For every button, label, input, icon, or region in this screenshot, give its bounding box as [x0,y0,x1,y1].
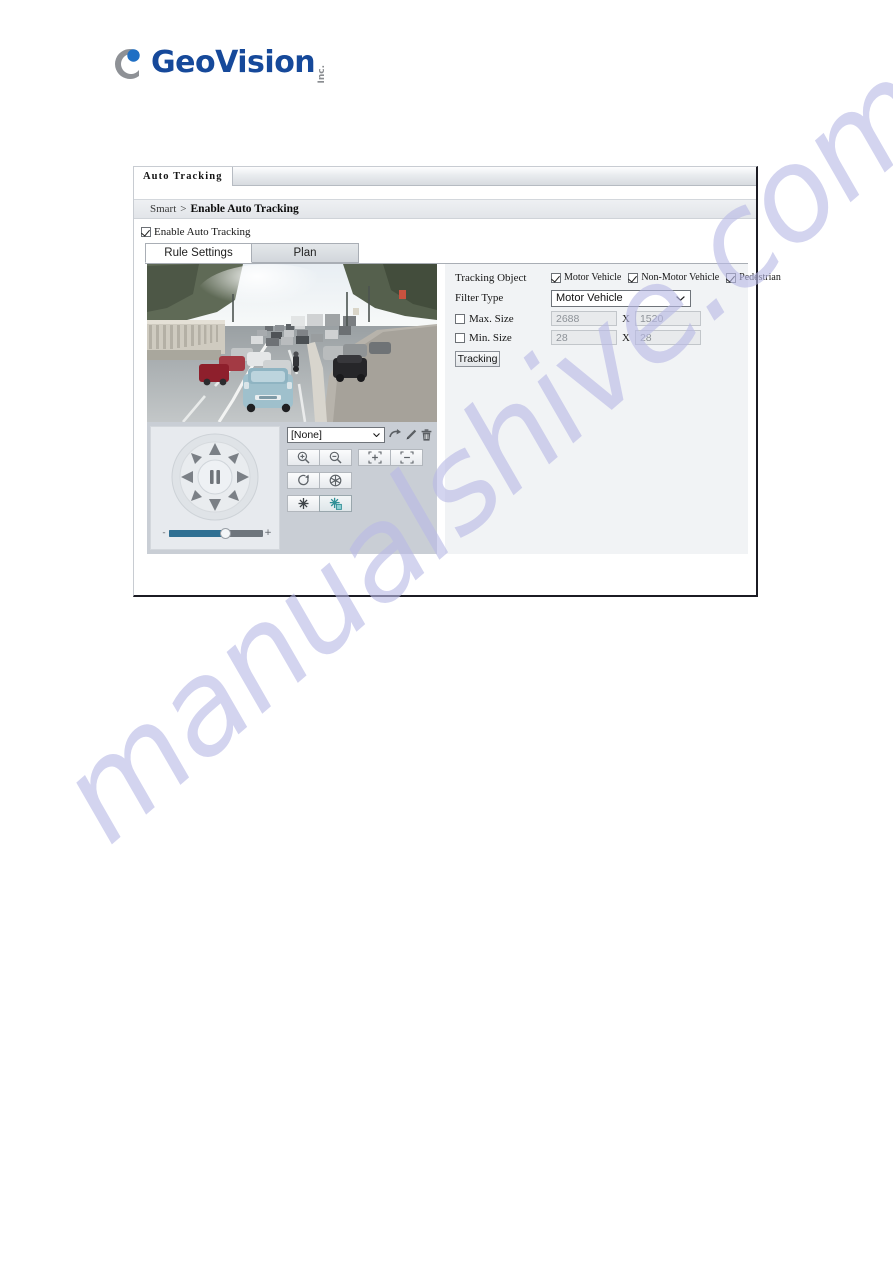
wiper-button[interactable] [319,495,352,512]
zoom-in-button[interactable] [287,449,320,466]
filter-type-select[interactable]: Motor Vehicle [551,289,691,307]
tracking-object-non-motor-vehicle[interactable]: Non-Motor Vehicle [628,272,719,283]
light-icon [298,498,309,509]
motor-vehicle-checkbox[interactable] [551,272,561,283]
rule-settings-form: Tracking Object Motor Vehicle Non-Motor … [445,264,781,554]
tab-auto-tracking[interactable]: Auto Tracking [134,167,233,186]
magnifier-minus-icon [329,451,342,464]
geovision-logo: GeoVision Inc. [108,40,327,86]
magnifier-plus-icon [297,451,310,464]
preset-select-value: [None] [291,428,322,441]
ptz-joystick[interactable] [171,433,259,521]
speed-slider-track[interactable] [169,527,263,539]
tab-plan[interactable]: Plan [252,243,359,263]
tab-content: - + [None] Tracking Object Motor Vehicle… [145,264,781,554]
speed-decrease-label[interactable]: - [160,528,168,538]
preview-and-ptz-column: - + [None] [147,264,437,554]
speed-slider-thumb[interactable] [219,527,231,539]
pedestrian-label: Pedestrian [739,272,781,283]
max-size-height-input[interactable]: 1520 [634,311,701,326]
preset-row: [None] [287,426,433,443]
max-size-label: Max. Size [469,312,514,325]
ptz-joystick-panel: - + [150,426,280,550]
delete-preset-icon[interactable] [420,428,433,442]
ptz-button-group: [None] [287,426,433,512]
speed-increase-label[interactable]: + [264,528,272,538]
min-size-label-group[interactable]: Min. Size [455,332,551,344]
enable-auto-tracking-label: Enable Auto Tracking [154,226,251,238]
breadcrumb: Smart > Enable Auto Tracking [134,199,756,219]
focus-minus-icon [399,451,414,464]
chevron-down-icon [373,432,380,437]
non-motor-vehicle-label: Non-Motor Vehicle [641,272,720,283]
light-wiper-button-row [287,495,433,512]
tracking-object-motor-vehicle[interactable]: Motor Vehicle [551,272,621,283]
video-preview[interactable] [147,264,437,422]
rotate-icon [298,474,309,486]
min-size-separator: X [622,331,630,344]
wiper-icon [329,497,342,510]
auto-scan-button[interactable] [287,472,320,489]
geovision-logo-mark-icon [108,43,148,83]
min-size-height-input[interactable]: 28 [634,330,701,345]
tracking-object-row: Tracking Object Motor Vehicle Non-Motor … [445,264,781,287]
breadcrumb-parent[interactable]: Smart [150,203,176,215]
tracking-object-pedestrian[interactable]: Pedestrian [726,272,781,283]
max-size-row: Max. Size 2688 X 1520 [445,309,748,328]
focus-far-button[interactable] [390,449,423,466]
preset-select[interactable]: [None] [287,426,385,443]
enable-auto-tracking-row: Enable Auto Tracking [134,219,756,241]
filter-type-row: Filter Type Motor Vehicle [445,287,748,309]
max-size-separator: X [622,312,630,325]
max-size-label-group[interactable]: Max. Size [455,313,551,325]
edit-preset-icon[interactable] [404,428,417,442]
inner-tab-bar: Rule Settings Plan [145,243,748,264]
auto-tracking-panel: Auto Tracking Smart > Enable Auto Tracki… [133,166,781,597]
tracking-button[interactable]: Tracking [455,351,500,367]
aperture-icon [329,474,342,487]
min-size-width-input[interactable]: 28 [551,330,617,345]
motor-vehicle-label: Motor Vehicle [564,272,622,283]
zoom-out-button[interactable] [319,449,352,466]
speed-slider-fill [169,529,226,537]
min-size-row: Min. Size 28 X 28 [445,328,748,347]
focus-plus-icon [367,451,382,464]
enable-auto-tracking-checkbox[interactable] [141,227,151,237]
min-size-checkbox[interactable] [455,332,465,343]
breadcrumb-current: Enable Auto Tracking [190,203,299,215]
iris-button[interactable] [319,472,352,489]
breadcrumb-separator: > [180,203,187,215]
geovision-logo-suffix: Inc. [317,65,328,84]
max-size-width-input[interactable]: 2688 [551,311,617,326]
ptz-speed-slider[interactable]: - + [160,527,272,539]
focus-near-button[interactable] [358,449,391,466]
window-tab-strip: Auto Tracking [134,167,756,186]
filter-type-value: Motor Vehicle [556,292,623,304]
goto-preset-icon[interactable] [388,428,401,442]
min-size-label: Min. Size [469,331,512,344]
geovision-logo-text: GeoVision [151,45,316,80]
chevron-down-icon [676,296,685,301]
scan-iris-button-row [287,472,433,489]
light-button[interactable] [287,495,320,512]
tracking-object-label: Tracking Object [455,271,527,284]
ptz-control-area: - + [None] [147,422,437,554]
tab-rule-settings[interactable]: Rule Settings [145,243,252,263]
zoom-focus-button-row [287,449,433,466]
pedestrian-checkbox[interactable] [726,272,737,283]
non-motor-vehicle-checkbox[interactable] [628,272,639,283]
filter-type-label: Filter Type [455,292,504,304]
max-size-checkbox[interactable] [455,313,465,324]
